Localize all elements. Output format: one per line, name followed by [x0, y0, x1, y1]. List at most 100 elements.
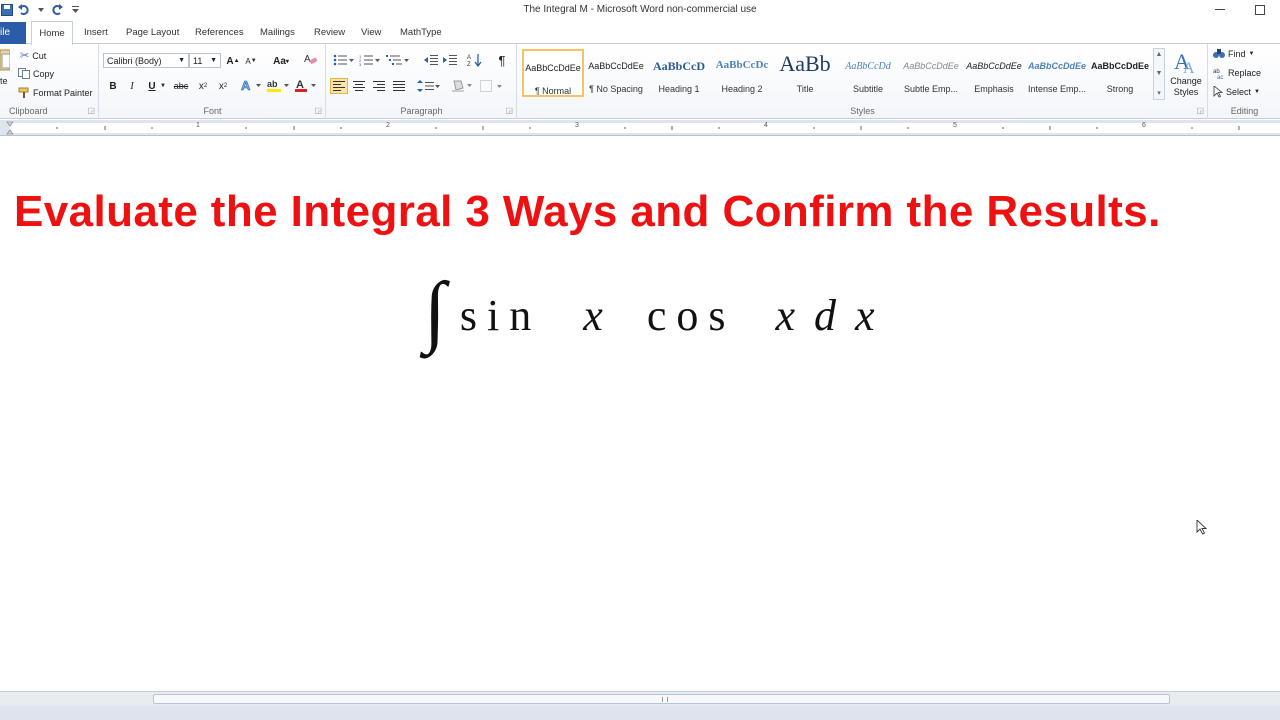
style-heading-1[interactable]: AaBbCcD Heading 1	[648, 49, 710, 97]
ruler-number: 1	[196, 122, 200, 129]
cut-label: Cut	[32, 50, 47, 61]
line-spacing-icon[interactable]	[417, 78, 441, 94]
status-bar	[0, 706, 1280, 720]
styles-gallery-scroll[interactable]: ▲ ▼ ▾	[1153, 48, 1165, 100]
highlight-icon[interactable]: ab	[266, 77, 290, 93]
bullets-icon[interactable]	[333, 52, 355, 68]
ruler-number: 4	[764, 122, 768, 129]
tab-file[interactable]: ile	[0, 22, 26, 44]
style-title[interactable]: AaBb Title	[774, 49, 836, 97]
bold-icon[interactable]: B	[105, 78, 121, 94]
paste-button[interactable]	[0, 48, 10, 72]
tab-references[interactable]: References	[195, 27, 244, 38]
align-left-icon[interactable]	[330, 78, 348, 94]
find-button[interactable]: Find ▼	[1213, 48, 1254, 59]
font-color-icon[interactable]: A	[294, 77, 318, 93]
tab-mathtype[interactable]: MathType	[400, 27, 442, 38]
paragraph-group-label: Paragraph	[400, 106, 443, 116]
change-case-icon[interactable]: Aa ▾	[270, 53, 292, 69]
style-strong[interactable]: AaBbCcDdEe Strong	[1089, 49, 1151, 97]
format-painter-button[interactable]: Format Painter	[18, 87, 93, 98]
svg-text:A: A	[1183, 60, 1195, 75]
cos-function: cos	[646, 290, 736, 340]
multilevel-list-icon[interactable]	[386, 52, 410, 68]
strikethrough-icon[interactable]: abc	[173, 78, 189, 94]
dialog-launcher-icon[interactable]: ◲	[505, 106, 513, 115]
shading-icon[interactable]	[451, 78, 473, 94]
paste-label[interactable]: te	[0, 76, 8, 86]
tab-view[interactable]: View	[361, 27, 381, 38]
font-size-combo[interactable]: 11 ▼	[189, 53, 221, 68]
find-label: Find	[1228, 48, 1246, 59]
chevron-up-icon[interactable]: ▲	[1156, 51, 1163, 58]
svg-text:ac: ac	[1217, 75, 1223, 79]
italic-icon[interactable]: I	[124, 78, 140, 94]
style-emphasis[interactable]: AaBbCcDdEe Emphasis	[963, 49, 1025, 97]
increase-indent-icon[interactable]	[442, 52, 458, 68]
title-bar: The Integral M - Microsoft Word non-comm…	[0, 0, 1280, 20]
style-subtle-emphasis[interactable]: AaBbCcDdEe Subtle Emp...	[900, 49, 962, 97]
dialog-launcher-icon[interactable]: ◲	[314, 106, 322, 115]
ruler-ticks	[6, 121, 1240, 135]
chevron-down-icon[interactable]: ▼	[159, 78, 167, 94]
style-sample: AaBb	[779, 51, 831, 76]
decrease-indent-icon[interactable]	[423, 52, 439, 68]
justify-icon[interactable]	[391, 78, 407, 94]
tab-insert[interactable]: Insert	[84, 27, 108, 38]
scrollbar-thumb[interactable]	[153, 694, 1170, 704]
subscript-icon[interactable]: x2	[195, 78, 211, 94]
style-normal[interactable]: AaBbCcDdEe ¶ Normal	[522, 49, 584, 97]
replace-button[interactable]: ab ac Replace	[1213, 67, 1261, 79]
more-icon[interactable]: ▾	[1157, 89, 1161, 97]
clear-formatting-icon[interactable]: A	[303, 51, 319, 67]
ribbon-tabs: ile Home Insert Page Layout References M…	[0, 21, 1280, 45]
style-subtitle[interactable]: AaBbCcDd Subtitle	[837, 49, 899, 97]
select-button[interactable]: Select ▼	[1213, 86, 1260, 98]
maximize-icon[interactable]	[1240, 0, 1280, 20]
tab-review[interactable]: Review	[314, 27, 345, 38]
show-formatting-marks-icon[interactable]: ¶	[494, 52, 510, 68]
change-styles-icon: AA	[1174, 49, 1195, 75]
variable-x: x	[775, 290, 803, 340]
style-name: Subtle Emp...	[903, 84, 959, 94]
horizontal-ruler[interactable]: 1 2 3 4 5 6	[0, 120, 1280, 136]
copy-button[interactable]: Copy	[18, 68, 54, 79]
borders-icon[interactable]	[480, 78, 504, 94]
chevron-down-icon[interactable]: ▼	[1156, 70, 1163, 77]
ruler-number: 3	[575, 122, 579, 129]
svg-text:ab: ab	[267, 79, 278, 89]
tab-mailings[interactable]: Mailings	[260, 27, 295, 38]
tab-page-layout[interactable]: Page Layout	[126, 27, 179, 38]
change-styles-button[interactable]: AA Change Styles	[1168, 47, 1204, 97]
style-sample: AaBbCcDdEe	[588, 61, 644, 71]
numbering-icon[interactable]: 123	[359, 52, 381, 68]
align-center-icon[interactable]	[351, 78, 367, 94]
paste-icon	[0, 49, 10, 71]
shrink-font-icon[interactable]: A ▼	[243, 53, 259, 69]
tab-home[interactable]: Home	[31, 21, 73, 45]
grip-icon	[661, 697, 668, 702]
style-name: ¶ No Spacing	[589, 84, 643, 94]
minimize-icon[interactable]	[1200, 0, 1240, 20]
style-heading-2[interactable]: AaBbCcDc Heading 2	[711, 49, 773, 97]
style-sample: AaBbCcD	[652, 59, 705, 73]
style-intense-emphasis[interactable]: AaBbCcDdEe Intense Emp...	[1026, 49, 1088, 97]
ruler-number: 2	[386, 122, 390, 129]
superscript-icon[interactable]: x2	[215, 78, 231, 94]
grow-font-icon[interactable]: A ▲	[225, 53, 241, 69]
dialog-launcher-icon[interactable]: ◲	[87, 106, 95, 115]
scissors-icon: ✂	[20, 50, 30, 62]
document-canvas[interactable]: Evaluate the Integral 3 Ways and Confirm…	[0, 137, 1280, 691]
text-effects-icon[interactable]: A	[240, 77, 262, 93]
font-name-combo[interactable]: Calibri (Body) ▼	[103, 53, 189, 68]
cut-button[interactable]: ✂ Cut	[20, 49, 46, 62]
sort-icon[interactable]: AZ	[467, 52, 483, 68]
dialog-launcher-icon[interactable]: ◲	[1196, 106, 1204, 115]
style-name: ¶ Normal	[534, 86, 572, 96]
horizontal-scrollbar[interactable]	[0, 691, 1280, 706]
underline-icon[interactable]: U	[144, 78, 160, 94]
chevron-down-icon: ▼	[178, 57, 185, 64]
style-name: Emphasis	[974, 84, 1014, 94]
align-right-icon[interactable]	[371, 78, 387, 94]
style-no-spacing[interactable]: AaBbCcDdEe ¶ No Spacing	[585, 49, 647, 97]
